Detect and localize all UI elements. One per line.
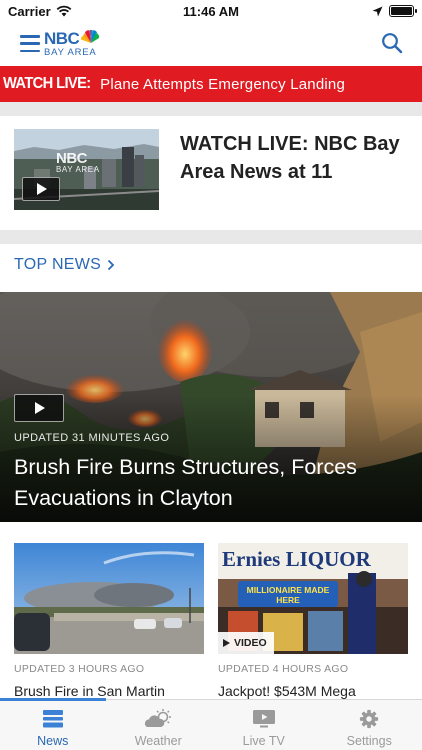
play-icon (223, 639, 230, 647)
weather-icon (145, 709, 172, 727)
top-news-section-link[interactable]: TOP NEWS (14, 256, 115, 274)
live-stream-thumbnail: NBC BAY AREA (14, 129, 159, 210)
wifi-icon (56, 5, 71, 17)
store-sign: Ernies LIQUOR (222, 547, 371, 571)
breaking-label: WATCH LIVE: (3, 75, 91, 92)
peacock-icon (81, 29, 100, 43)
story-timestamp: UPDATED 4 HOURS AGO (218, 663, 349, 675)
hero-story[interactable]: UPDATED 31 MINUTES AGO Brush Fire Burns … (0, 292, 422, 522)
tab-label: Weather (134, 734, 182, 748)
video-badge: VIDEO (218, 632, 274, 654)
live-stream-title: WATCH LIVE: NBC Bay Area News at 11 (180, 133, 400, 183)
story-card[interactable]: Ernies LIQUOR MILLIONAIRE MADE HERE VIDE… (218, 543, 408, 703)
section-title: TOP NEWS (14, 256, 102, 273)
status-left: Carrier (8, 4, 72, 19)
live-tv-icon (252, 710, 275, 728)
tab-weather[interactable]: Weather (106, 700, 212, 750)
story-image (14, 543, 204, 654)
story-timestamp: UPDATED 3 HOURS AGO (14, 663, 145, 675)
chevron-right-icon (108, 259, 115, 271)
breaking-news-banner[interactable]: WATCH LIVE: Plane Attempts Emergency Lan… (0, 66, 422, 102)
carrier-label: Carrier (8, 3, 51, 19)
logo-text: NBC (44, 29, 80, 48)
story-card[interactable]: UPDATED 3 HOURS AGO Brush Fire in San Ma… (14, 543, 204, 703)
active-tab-indicator (0, 698, 106, 701)
tab-label: Live TV (242, 734, 285, 748)
play-icon (14, 394, 64, 422)
tab-bar: News Weather Live TV Settings (0, 698, 422, 750)
nbc-bay-area-logo: NBC BAY AREA (44, 29, 102, 58)
live-stream-card[interactable]: NBC BAY AREA WATCH LIVE: NBC Bay Area Ne… (0, 116, 422, 230)
story-headline: Brush Fire in San Martin (14, 683, 165, 699)
breaking-headline: Plane Attempts Emergency Landing (100, 75, 345, 93)
status-right (372, 5, 417, 17)
section-divider (0, 230, 422, 244)
tab-label: Settings (346, 734, 392, 748)
section-divider (0, 102, 422, 116)
thumbnail-logo-text: NBC (56, 150, 87, 167)
logo-subtext: BAY AREA (44, 47, 97, 58)
story-headline: Jackpot! $543M Mega (218, 683, 356, 699)
hero-timestamp: UPDATED 31 MINUTES AGO (14, 432, 170, 444)
status-bar: Carrier 11:46 AM (0, 0, 422, 22)
location-arrow-icon (372, 6, 383, 16)
menu-icon[interactable] (20, 35, 40, 52)
tab-news[interactable]: News (0, 700, 106, 750)
video-badge-label: VIDEO (234, 637, 267, 649)
thumbnail-logo-subtext: BAY AREA (56, 165, 100, 174)
hero-headline: Brush Fire Burns Structures, Forces Evac… (14, 455, 357, 510)
store-banner: MILLIONAIRE MADE HERE (246, 585, 330, 606)
gear-icon (360, 709, 379, 729)
play-icon (22, 177, 60, 201)
app-header: NBC BAY AREA (0, 22, 422, 65)
search-icon[interactable] (381, 32, 403, 54)
news-icon (42, 710, 63, 728)
story-image: Ernies LIQUOR MILLIONAIRE MADE HERE VIDE… (218, 543, 408, 654)
tab-label: News (37, 734, 69, 748)
battery-icon (389, 5, 417, 17)
tab-live-tv[interactable]: Live TV (211, 700, 317, 750)
tab-settings[interactable]: Settings (317, 700, 422, 750)
thumbnail-logo: NBC BAY AREA (56, 151, 100, 174)
